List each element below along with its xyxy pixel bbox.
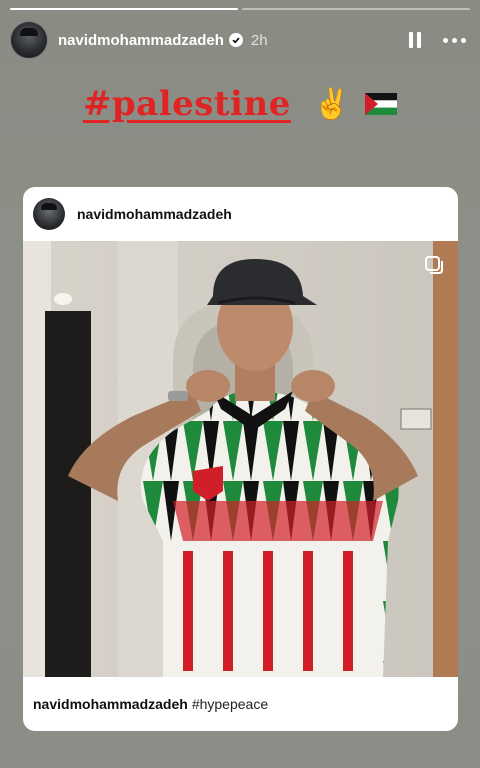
story-time: 2h [250, 31, 268, 49]
verified-badge-icon [228, 33, 243, 47]
avatar[interactable] [10, 21, 48, 59]
hashtag-sticker[interactable]: #palestine [83, 84, 291, 124]
peace-emoji: ✌️ [313, 87, 351, 121]
multiple-photos-icon [425, 256, 443, 274]
hashtag-sticker-row: #palestine ✌️ [0, 84, 480, 124]
post-header: navidmohammadzadeh [23, 187, 458, 241]
caption-text[interactable]: #hypepeace [192, 696, 268, 712]
progress-segment [10, 8, 238, 10]
post-photo[interactable] [23, 241, 458, 677]
more-options-icon[interactable] [443, 37, 466, 43]
post-caption: navidmohammadzadeh #hypepeace [33, 677, 448, 731]
photo-illustration [23, 241, 458, 677]
story-header: navidmohammadzadeh 2h [10, 20, 470, 60]
shared-post-card[interactable]: navidmohammadzadeh navidmohammadzadeh #h… [23, 187, 458, 731]
post-avatar[interactable] [33, 198, 65, 230]
caption-username[interactable]: navidmohammadzadeh [33, 696, 188, 712]
story-progress-bars [10, 8, 470, 10]
progress-segment [242, 8, 470, 10]
pause-icon[interactable] [409, 32, 421, 48]
post-username[interactable]: navidmohammadzadeh [77, 206, 232, 222]
palestine-flag-icon [365, 93, 398, 115]
story-username[interactable]: navidmohammadzadeh [58, 32, 224, 49]
